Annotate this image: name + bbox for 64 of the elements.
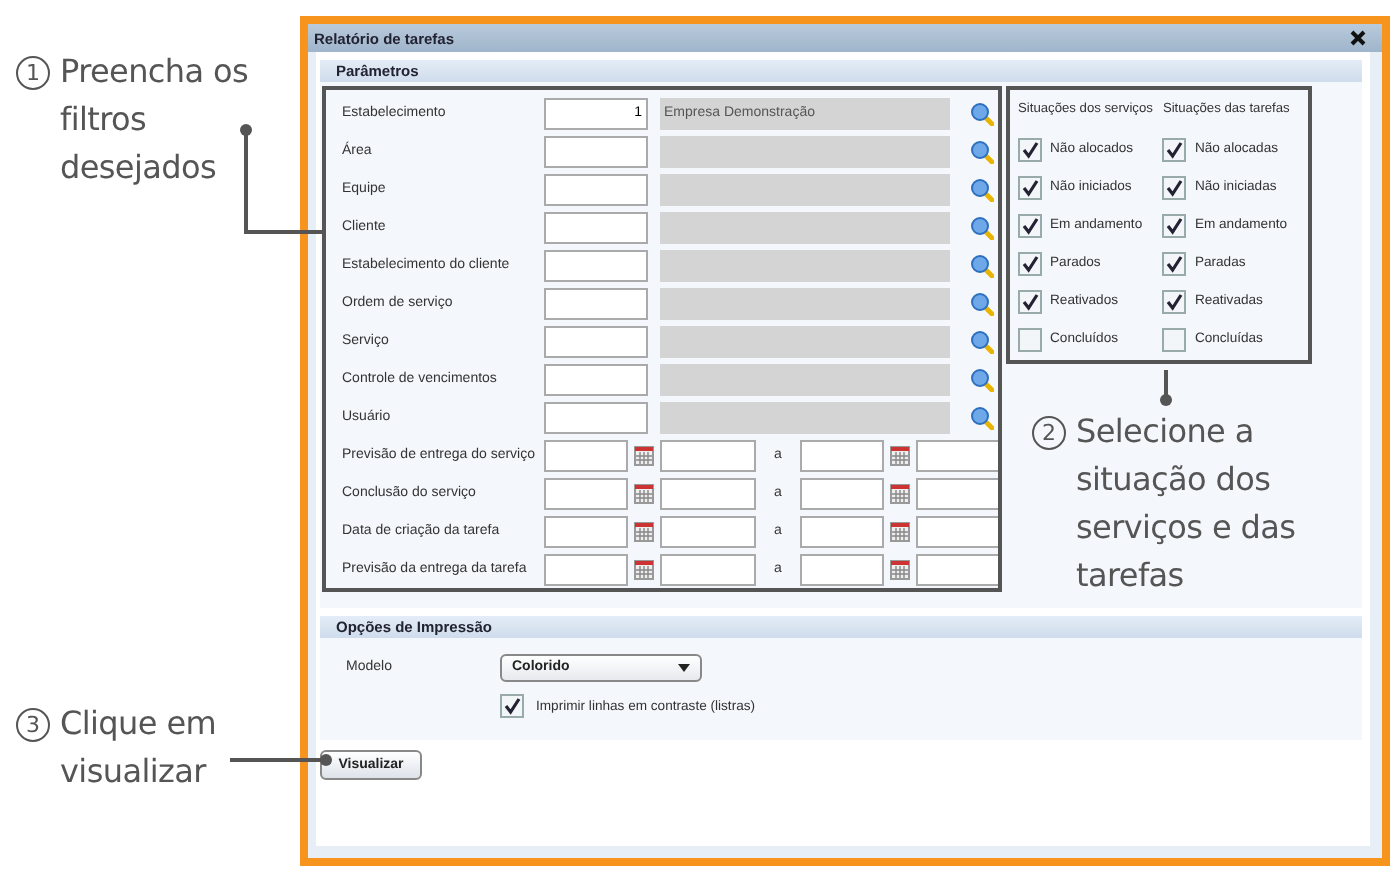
search-icon[interactable]: [970, 367, 994, 391]
time-field[interactable]: [916, 477, 998, 509]
caret-icon: [678, 663, 690, 671]
checkbox[interactable]: [1162, 289, 1187, 313]
time-field[interactable]: [916, 439, 998, 471]
code-field[interactable]: [544, 363, 648, 395]
calendar-icon[interactable]: [634, 521, 654, 541]
search-icon[interactable]: [970, 291, 994, 315]
checkbox[interactable]: [1018, 289, 1042, 313]
code-field[interactable]: [544, 135, 648, 167]
search-icon[interactable]: [970, 405, 994, 429]
code-field[interactable]: [544, 325, 648, 357]
time-field[interactable]: [660, 553, 756, 585]
search-icon[interactable]: [970, 253, 994, 277]
code-field[interactable]: [544, 173, 648, 205]
calendar-icon[interactable]: [890, 445, 910, 465]
calendar-icon[interactable]: [890, 521, 910, 541]
calendar-icon[interactable]: [634, 559, 654, 579]
search-icon[interactable]: [970, 329, 994, 353]
calendar-icon[interactable]: [890, 483, 910, 503]
step-number: 2: [1032, 416, 1066, 450]
checkbox[interactable]: [1162, 137, 1187, 161]
date-field[interactable]: [544, 515, 628, 547]
time-field[interactable]: [660, 439, 756, 471]
time-field[interactable]: [916, 515, 998, 547]
checkbox[interactable]: [1162, 175, 1187, 199]
search-icon[interactable]: [970, 215, 994, 239]
checkbox[interactable]: [1162, 213, 1187, 237]
date-field[interactable]: [800, 477, 884, 509]
step-number: 1: [16, 56, 50, 90]
date-field[interactable]: [800, 439, 884, 471]
instruction-text: Clique em visualizar: [60, 702, 217, 794]
search-icon[interactable]: [970, 101, 994, 125]
time-field[interactable]: [660, 477, 756, 509]
checkbox[interactable]: [1018, 327, 1042, 351]
code-field[interactable]: [544, 401, 648, 433]
code-field[interactable]: [544, 211, 648, 243]
time-field[interactable]: [916, 553, 998, 585]
code-field[interactable]: [544, 287, 648, 319]
code-field[interactable]: [544, 249, 648, 281]
search-icon[interactable]: [970, 177, 994, 201]
checkbox[interactable]: [1162, 327, 1187, 351]
close-icon[interactable]: [1350, 30, 1366, 46]
date-field[interactable]: [800, 553, 884, 585]
checkbox[interactable]: [1018, 175, 1042, 199]
checkbox[interactable]: [1018, 251, 1042, 275]
calendar-icon[interactable]: [634, 445, 654, 465]
leader-line: [1160, 370, 1172, 406]
date-field[interactable]: [544, 439, 628, 471]
calendar-icon[interactable]: [634, 483, 654, 503]
step-number: 3: [16, 708, 50, 742]
search-icon[interactable]: [970, 139, 994, 163]
leader-line: [230, 754, 332, 766]
time-field[interactable]: [660, 515, 756, 547]
date-field[interactable]: [544, 477, 628, 509]
instruction-text: Selecione a situação dos serviços e das tarefas: [1076, 410, 1296, 598]
calendar-icon[interactable]: [890, 559, 910, 579]
instruction-text: Preencha os filtros desejados: [60, 50, 249, 190]
date-field[interactable]: [800, 515, 884, 547]
date-field[interactable]: [544, 553, 628, 585]
checkbox[interactable]: [1018, 137, 1042, 161]
checkbox[interactable]: [500, 694, 524, 718]
checkbox[interactable]: [1018, 213, 1042, 237]
checkbox[interactable]: [1162, 251, 1187, 275]
